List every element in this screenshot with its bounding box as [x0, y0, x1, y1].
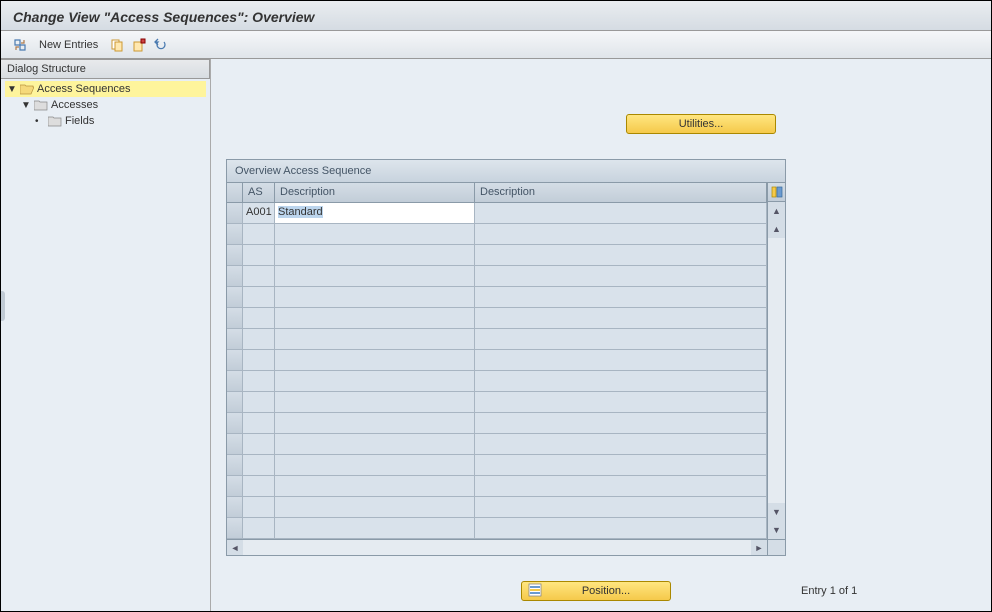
table-row[interactable]: [227, 350, 767, 371]
tree: ▼ Access Sequences ▼ Accesses • Fields: [1, 79, 210, 131]
table-row[interactable]: [227, 245, 767, 266]
splitter-handle[interactable]: [1, 291, 5, 321]
sidebar-header: Dialog Structure: [1, 59, 210, 79]
new-entries-button[interactable]: New Entries: [33, 37, 104, 53]
title-bar: Change View "Access Sequences": Overview: [1, 1, 991, 31]
entry-count-text: Entry 1 of 1: [801, 585, 857, 597]
sidebar: Dialog Structure ▼ Access Sequences ▼ Ac…: [1, 59, 211, 611]
table-row[interactable]: [227, 455, 767, 476]
tree-toggle-icon[interactable]: ▼: [21, 100, 31, 111]
delete-icon[interactable]: [130, 36, 148, 54]
tree-item-fields[interactable]: • Fields: [5, 113, 206, 129]
table-row[interactable]: [227, 497, 767, 518]
undo-icon[interactable]: [152, 36, 170, 54]
col-selector[interactable]: [227, 183, 243, 202]
scroll-corner: [767, 540, 785, 555]
table-row[interactable]: [227, 371, 767, 392]
table-row[interactable]: [227, 392, 767, 413]
tree-label: Fields: [65, 115, 94, 127]
table-grid: AS Description Description A001 Standard: [227, 183, 767, 539]
copy-icon[interactable]: [108, 36, 126, 54]
table-vertical-scroll: ▲ ▲ ▼ ▼: [767, 183, 785, 539]
toggle-icon[interactable]: [11, 36, 29, 54]
tree-label: Accesses: [51, 99, 98, 111]
scroll-left-icon[interactable]: ◄: [227, 540, 243, 555]
position-label: Position...: [548, 585, 664, 597]
tree-label: Access Sequences: [37, 83, 131, 95]
scroll-down-icon[interactable]: ▼: [768, 521, 785, 539]
scroll-track[interactable]: [243, 540, 751, 555]
table-row[interactable]: [227, 518, 767, 539]
table-panel: Overview Access Sequence AS Description …: [226, 159, 786, 556]
table-row[interactable]: A001 Standard: [227, 203, 767, 224]
table-row[interactable]: [227, 413, 767, 434]
table-header-row: AS Description Description: [227, 183, 767, 203]
col-description-2[interactable]: Description: [475, 183, 767, 202]
table-title: Overview Access Sequence: [227, 160, 785, 183]
table-row[interactable]: [227, 329, 767, 350]
folder-closed-icon: [48, 116, 62, 127]
folder-closed-icon: [34, 100, 48, 111]
folder-open-icon: [20, 84, 34, 95]
cell-description-2[interactable]: [475, 203, 767, 223]
position-button[interactable]: Position...: [521, 581, 671, 601]
main-area: Dialog Structure ▼ Access Sequences ▼ Ac…: [1, 59, 991, 611]
col-description-1[interactable]: Description: [275, 183, 475, 202]
position-icon: [528, 583, 542, 600]
tree-bullet-icon: •: [35, 116, 45, 127]
scroll-up-icon[interactable]: ▲: [768, 220, 785, 238]
row-selector[interactable]: [227, 203, 243, 223]
toolbar: New Entries © www.tutorialkart.com: [1, 31, 991, 59]
table-row[interactable]: [227, 476, 767, 497]
table-row[interactable]: [227, 266, 767, 287]
col-as[interactable]: AS: [243, 183, 275, 202]
table-body: A001 Standard: [227, 203, 767, 539]
page-title: Change View "Access Sequences": Overview: [13, 9, 979, 25]
scroll-up-icon[interactable]: ▲: [768, 202, 785, 220]
table-row[interactable]: [227, 224, 767, 245]
tree-toggle-icon[interactable]: ▼: [7, 84, 17, 95]
scroll-right-icon[interactable]: ►: [751, 540, 767, 555]
tree-item-access-sequences[interactable]: ▼ Access Sequences: [5, 81, 206, 97]
cell-as[interactable]: A001: [243, 203, 275, 223]
tree-item-accesses[interactable]: ▼ Accesses: [5, 97, 206, 113]
table-horizontal-scroll: ◄ ►: [227, 539, 785, 555]
table-row[interactable]: [227, 434, 767, 455]
scroll-down-icon[interactable]: ▼: [768, 503, 785, 521]
bottom-bar: Position... Entry 1 of 1: [211, 581, 991, 601]
content-area: Utilities... Overview Access Sequence AS…: [211, 59, 991, 611]
cell-description-1[interactable]: Standard: [275, 203, 475, 223]
utilities-button[interactable]: Utilities...: [626, 114, 776, 134]
table-config-icon[interactable]: [768, 183, 785, 202]
table-row[interactable]: [227, 287, 767, 308]
scroll-track[interactable]: [768, 238, 785, 503]
table-row[interactable]: [227, 308, 767, 329]
